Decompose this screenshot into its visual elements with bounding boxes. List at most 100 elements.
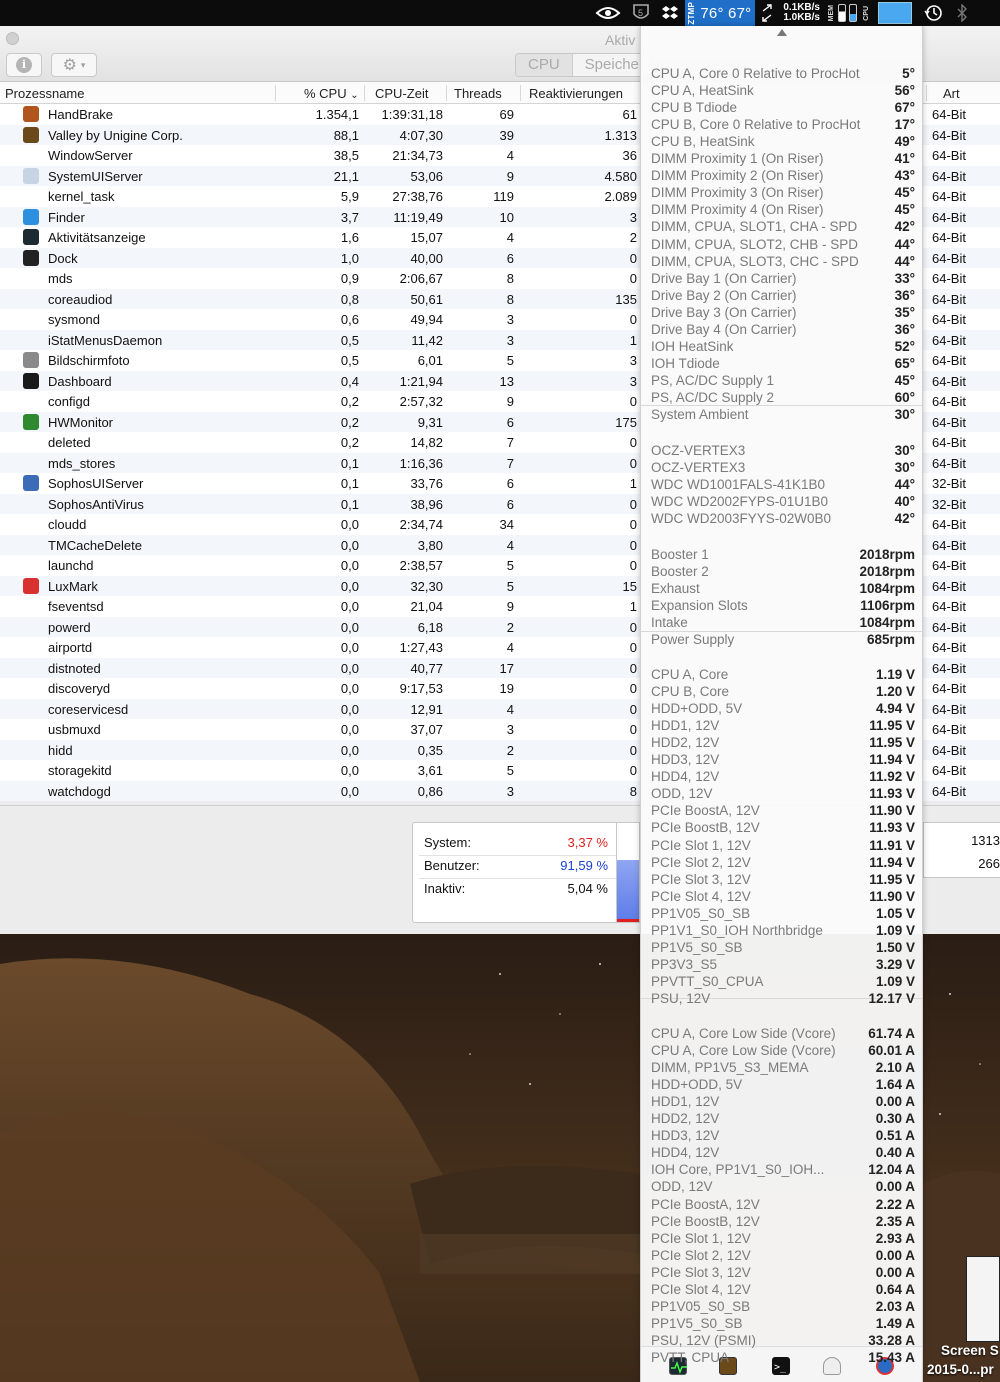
current-sensor-row[interactable]: HDD4, 12V 0.40 A	[651, 1145, 915, 1162]
network-status[interactable]: 0.1KB/s 1.0KB/s	[779, 3, 824, 23]
fan-speed-row[interactable]: Exhaust 1084rpm	[651, 581, 915, 598]
close-window-button[interactable]	[6, 32, 19, 45]
voltage-sensor-row[interactable]: PSU, 12V 12.17 V	[651, 991, 915, 1008]
current-sensor-row[interactable]: PSU, 12V (PSMI) 33.28 A	[651, 1333, 915, 1350]
current-sensor-row[interactable]: HDD+ODD, 5V 1.64 A	[651, 1077, 915, 1094]
fan-speed-row[interactable]: Power Supply 685rpm	[651, 632, 915, 649]
temperature-sensor-row[interactable]: DIMM Proximity 2 (On Riser) 43°	[651, 168, 915, 185]
fan-speed-row[interactable]: Intake 1084rpm	[651, 615, 915, 632]
voltage-sensor-row[interactable]: PCIe BoostA, 12V 11.90 V	[651, 803, 915, 820]
voltage-sensor-row[interactable]: PP1V05_S0_SB 1.05 V	[651, 906, 915, 923]
drive-temperature-row[interactable]: WDC WD2003FYYS-02W0B0 42°	[651, 511, 915, 528]
expand-arrows-icon[interactable]	[755, 0, 779, 26]
fan-speed-row[interactable]: Booster 1 2018rpm	[651, 547, 915, 564]
current-sensor-row[interactable]: CPU A, Core Low Side (Vcore) 61.74 A	[651, 1026, 915, 1043]
voltage-sensor-row[interactable]: PP3V3_S5 3.29 V	[651, 957, 915, 974]
action-menu-button[interactable]: ⚙ ▾	[51, 53, 97, 77]
current-sensor-row[interactable]: PCIe Slot 4, 12V 0.64 A	[651, 1282, 915, 1299]
process-name: Aktivitätsanzeige	[48, 230, 146, 245]
temperature-sensor-row[interactable]: CPU B, HeatSink 49°	[651, 134, 915, 151]
drive-temperature-row[interactable]: WDC WD2002FYPS-01U1B0 40°	[651, 494, 915, 511]
column-header-wakeups[interactable]: Reaktivierungen	[529, 86, 623, 101]
voltage-sensor-row[interactable]: PPVTT_S0_CPUA 1.09 V	[651, 974, 915, 991]
current-sensor-row[interactable]: PP1V05_S0_SB 2.03 A	[651, 1299, 915, 1316]
temperature-sensor-row[interactable]: CPU B Tdiode 67°	[651, 100, 915, 117]
temperature-sensor-row[interactable]: System Ambient 30°	[651, 407, 915, 424]
current-sensor-row[interactable]: HDD3, 12V 0.51 A	[651, 1128, 915, 1145]
memory-status[interactable]: MEM	[824, 0, 861, 26]
drive-temperature-row[interactable]: OCZ-VERTEX3 30°	[651, 460, 915, 477]
desktop-file-date[interactable]: 2015-0...pr	[927, 1362, 994, 1377]
temperature-sensor-row[interactable]: DIMM, CPUA, SLOT2, CHB - SPD 44°	[651, 237, 915, 254]
dropbox-icon[interactable]	[655, 0, 685, 26]
voltage-sensor-row[interactable]: HDD2, 12V 11.95 V	[651, 735, 915, 752]
time-machine-icon[interactable]	[918, 0, 950, 26]
voltage-sensor-row[interactable]: HDD3, 12V 11.94 V	[651, 752, 915, 769]
temperature-sensor-row[interactable]: IOH Tdiode 65°	[651, 356, 915, 373]
current-sensor-row[interactable]: CPU A, Core Low Side (Vcore) 60.01 A	[651, 1043, 915, 1060]
voltage-sensor-row[interactable]: PCIe Slot 3, 12V 11.95 V	[651, 872, 915, 889]
info-button[interactable]: i	[6, 53, 42, 77]
column-header-kind[interactable]: Art	[943, 86, 960, 101]
column-header-time[interactable]: CPU-Zeit	[375, 86, 428, 101]
current-sensor-row[interactable]: HDD1, 12V 0.00 A	[651, 1094, 915, 1111]
temperature-sensor-row[interactable]: DIMM, CPUA, SLOT1, CHA - SPD 42°	[651, 219, 915, 236]
column-header-name[interactable]: Prozessname	[5, 86, 84, 101]
tab-cpu[interactable]: CPU	[516, 54, 573, 76]
current-sensor-row[interactable]: ODD, 12V 0.00 A	[651, 1179, 915, 1196]
temperature-status[interactable]: ZTMP 76° 67°	[685, 0, 756, 26]
current-sensor-row[interactable]: PCIe Slot 2, 12V 0.00 A	[651, 1248, 915, 1265]
bluetooth-icon[interactable]	[950, 0, 974, 26]
fan-speed-row[interactable]: Booster 2 2018rpm	[651, 564, 915, 581]
temperature-sensor-row[interactable]: CPU A, HeatSink 56°	[651, 83, 915, 100]
current-sensor-row[interactable]: PCIe BoostA, 12V 2.22 A	[651, 1197, 915, 1214]
current-sensor-row[interactable]: PCIe BoostB, 12V 2.35 A	[651, 1214, 915, 1231]
desktop-file-label[interactable]: Screen S	[941, 1343, 999, 1358]
screenshot-file-thumbnail[interactable]	[966, 1256, 1000, 1342]
temperature-sensor-row[interactable]: PS, AC/DC Supply 2 60°	[651, 390, 915, 407]
temperature-sensor-row[interactable]: PS, AC/DC Supply 1 45°	[651, 373, 915, 390]
temperature-sensor-row[interactable]: DIMM Proximity 3 (On Riser) 45°	[651, 185, 915, 202]
voltage-sensor-row[interactable]: PCIe BoostB, 12V 11.93 V	[651, 820, 915, 837]
nvidia-icon[interactable]	[589, 0, 627, 26]
fan-speed-row[interactable]: Expansion Slots 1106rpm	[651, 598, 915, 615]
temperature-sensor-row[interactable]: CPU B, Core 0 Relative to ProcHot 17°	[651, 117, 915, 134]
current-sensor-row[interactable]: PCIe Slot 1, 12V 2.93 A	[651, 1231, 915, 1248]
temperature-sensor-row[interactable]: IOH HeatSink 52°	[651, 339, 915, 356]
voltage-sensor-row[interactable]: PCIe Slot 1, 12V 11.91 V	[651, 838, 915, 855]
voltage-sensor-row[interactable]: HDD4, 12V 11.92 V	[651, 769, 915, 786]
voltage-sensor-row[interactable]: PCIe Slot 4, 12V 11.90 V	[651, 889, 915, 906]
temperature-sensor-name: Drive Bay 2 (On Carrier)	[651, 287, 797, 303]
voltage-sensor-row[interactable]: CPU B, Core 1.20 V	[651, 684, 915, 701]
current-sensor-row[interactable]: PP1V5_S0_SB 1.49 A	[651, 1316, 915, 1333]
temperature-sensor-row[interactable]: Drive Bay 1 (On Carrier) 33°	[651, 271, 915, 288]
current-sensor-row[interactable]: PCIe Slot 3, 12V 0.00 A	[651, 1265, 915, 1282]
scroll-up-arrow-icon[interactable]	[777, 29, 787, 36]
current-sensor-row[interactable]: HDD2, 12V 0.30 A	[651, 1111, 915, 1128]
drive-temperature-row[interactable]: OCZ-VERTEX3 30°	[651, 443, 915, 460]
temperature-sensor-row[interactable]: Drive Bay 2 (On Carrier) 36°	[651, 288, 915, 305]
current-sensor-row[interactable]: PVTT, CPUA 15.43 A	[651, 1350, 915, 1367]
voltage-sensor-row[interactable]: HDD1, 12V 11.95 V	[651, 718, 915, 735]
temperature-sensor-row[interactable]: CPU A, Core 0 Relative to ProcHot 5°	[651, 66, 915, 83]
cpu-status[interactable]: CPU	[861, 0, 872, 26]
current-sensor-row[interactable]: IOH Core, PP1V1_S0_IOH... 12.04 A	[651, 1162, 915, 1179]
temperature-sensor-row[interactable]: DIMM Proximity 4 (On Riser) 45°	[651, 202, 915, 219]
column-header-cpu[interactable]: % CPU ⌄	[304, 86, 359, 101]
current-sensor-row[interactable]: DIMM, PP1V5_S3_MEMA 2.10 A	[651, 1060, 915, 1077]
temperature-sensor-row[interactable]: DIMM, CPUA, SLOT3, CHC - SPD 44°	[651, 254, 915, 271]
temperature-sensor-row[interactable]: DIMM Proximity 1 (On Riser) 41°	[651, 151, 915, 168]
temperature-sensor-value: 33°	[894, 270, 915, 286]
temperature-sensor-row[interactable]: Drive Bay 3 (On Carrier) 35°	[651, 305, 915, 322]
voltage-sensor-row[interactable]: PP1V5_S0_SB 1.50 V	[651, 940, 915, 957]
voltage-sensor-row[interactable]: ODD, 12V 11.93 V	[651, 786, 915, 803]
voltage-sensor-row[interactable]: CPU A, Core 1.19 V	[651, 667, 915, 684]
voltage-sensor-row[interactable]: PCIe Slot 2, 12V 11.94 V	[651, 855, 915, 872]
sophos-icon[interactable]: 5	[627, 0, 655, 26]
drive-temperature-row[interactable]: WDC WD1001FALS-41K1B0 44°	[651, 477, 915, 494]
temperature-sensor-row[interactable]: Drive Bay 4 (On Carrier) 36°	[651, 322, 915, 339]
voltage-sensor-row[interactable]: HDD+ODD, 5V 4.94 V	[651, 701, 915, 718]
voltage-sensor-row[interactable]: PP1V1_S0_IOH Northbridge 1.09 V	[651, 923, 915, 940]
cpu-graph-icon[interactable]	[878, 2, 912, 24]
column-header-threads[interactable]: Threads	[454, 86, 502, 101]
